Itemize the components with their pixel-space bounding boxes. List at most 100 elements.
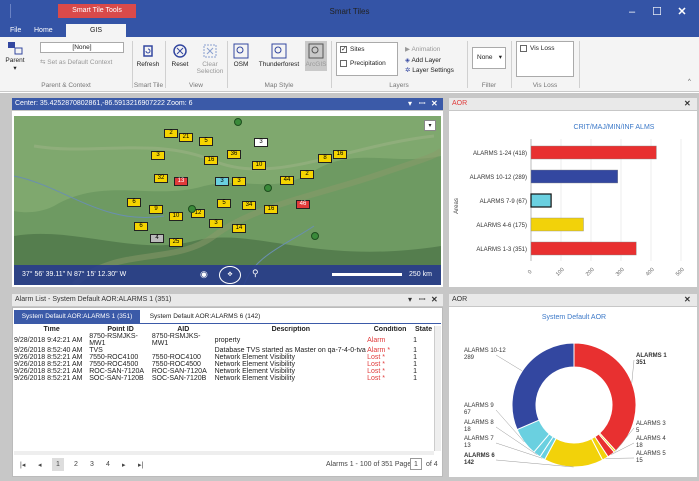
map-marker[interactable]: 34: [242, 201, 256, 210]
minimize-icon[interactable]: –: [623, 5, 641, 19]
table-row[interactable]: 9/26/2018 8:52:40 AM TVS Database TVS star…: [14, 347, 434, 354]
pin-icon[interactable]: ꟷ: [419, 98, 426, 110]
animation-label: Animation: [411, 46, 441, 53]
page-2-button[interactable]: 2: [74, 461, 78, 468]
aor-donut-tab[interactable]: AOR: [452, 296, 467, 303]
map-marker[interactable]: 32: [154, 174, 168, 183]
table-row[interactable]: 9/26/2018 8:52:21 AM SOC-SAN-7120B SOC-SAN…: [14, 375, 434, 382]
map-marker[interactable]: 5: [217, 199, 231, 208]
map-marker[interactable]: 3: [232, 177, 246, 186]
magnifier-icon: [233, 43, 249, 59]
map-marker[interactable]: 5: [199, 137, 213, 146]
map-menu-button[interactable]: ▾: [424, 120, 436, 131]
ribbon-collapse-icon[interactable]: ^: [688, 79, 691, 85]
clear-selection-button[interactable]: Clear Selection: [194, 43, 226, 75]
page-4-button[interactable]: 4: [106, 461, 110, 468]
col-state[interactable]: State: [413, 326, 434, 333]
map-marker[interactable]: 6: [134, 222, 148, 231]
animation-button[interactable]: ▶ Animation: [405, 45, 440, 53]
map-marker[interactable]: 25: [169, 238, 183, 247]
filter-select[interactable]: None ▾: [472, 47, 506, 69]
map-marker[interactable]: 3: [215, 177, 229, 186]
table-row[interactable]: 9/26/2018 8:52:21 AM ROC-SAN-7120A ROC-SAN…: [14, 368, 434, 375]
eye-icon[interactable]: ◉: [200, 269, 208, 280]
table-row[interactable]: 9/28/2018 9:42:21 AM 8750-RSMJKS-MW1 8750-…: [14, 333, 434, 347]
close-icon[interactable]: ✕: [673, 5, 691, 19]
subtab-aor-alarms-6[interactable]: System Default AOR:ALARMS 6 (142): [142, 310, 268, 323]
site-marker[interactable]: [311, 232, 319, 240]
map-marker[interactable]: 16: [204, 156, 218, 165]
table-cell: 7550-ROC4500: [89, 361, 139, 368]
map-marker[interactable]: 2: [164, 129, 178, 138]
map-marker[interactable]: 3: [254, 138, 268, 147]
map-marker[interactable]: 14: [232, 224, 246, 233]
map-marker[interactable]: 16: [264, 205, 278, 214]
group-smart-tile: Smart Tile: [133, 82, 164, 89]
layer-settings-button[interactable]: ✲ Layer Settings: [405, 66, 454, 74]
osm-button[interactable]: OSM: [230, 43, 252, 68]
dropdown-icon[interactable]: ▾: [408, 294, 412, 306]
maximize-icon[interactable]: ☐: [648, 5, 666, 19]
vertical-scrollbar[interactable]: [434, 326, 441, 451]
add-layer-button[interactable]: ◈ Add Layer: [405, 56, 441, 64]
set-default-context-button[interactable]: ⇆ Set as Default Context: [40, 58, 112, 66]
map-marker[interactable]: 3: [209, 219, 223, 228]
map-marker[interactable]: 2: [300, 170, 314, 179]
precipitation-checkbox[interactable]: Precipitation: [340, 60, 394, 67]
prev-page-icon[interactable]: ◂: [38, 461, 42, 469]
page-1-button[interactable]: 1: [52, 458, 64, 471]
reset-button[interactable]: Reset: [168, 43, 192, 68]
site-marker[interactable]: [234, 118, 242, 126]
map-marker[interactable]: 44: [280, 176, 294, 185]
parent-button[interactable]: Parent ▾: [4, 41, 26, 72]
last-page-icon[interactable]: ▸|: [138, 461, 143, 469]
aor-bar-tab[interactable]: AOR: [452, 100, 467, 107]
category-label: ALARMS 7-9 (67): [480, 199, 527, 205]
map-marker[interactable]: 8: [318, 154, 332, 163]
table-row[interactable]: 9/26/2018 8:52:21 AM 7550-ROC4100 7550-ROC…: [14, 354, 434, 361]
page-3-button[interactable]: 3: [90, 461, 94, 468]
col-condition[interactable]: Condition: [367, 326, 413, 333]
pin-icon[interactable]: ꟷ: [419, 294, 426, 306]
vis-loss-checkbox[interactable]: Vis Loss: [520, 45, 570, 52]
site-marker[interactable]: [264, 184, 272, 192]
col-point-id[interactable]: Point ID: [89, 326, 152, 333]
sites-checkbox[interactable]: Sites: [340, 46, 394, 53]
map-marker[interactable]: 9: [149, 205, 163, 214]
map-marker[interactable]: 16: [333, 150, 347, 159]
arcgis-button[interactable]: ArcGIS: [305, 41, 327, 71]
parent-context-select[interactable]: [None]: [40, 42, 124, 53]
thunderforest-button[interactable]: Thunderforest: [255, 43, 303, 68]
panel-close-icon[interactable]: ✕: [431, 98, 438, 110]
map-marker[interactable]: 10: [169, 212, 183, 221]
map-marker[interactable]: 4: [150, 234, 164, 243]
pan-control-icon[interactable]: ✥: [219, 266, 241, 284]
map-marker[interactable]: 6: [127, 198, 141, 207]
panel-close-icon[interactable]: ✕: [684, 98, 691, 110]
panel-close-icon[interactable]: ✕: [431, 294, 438, 306]
next-page-icon[interactable]: ▸: [122, 461, 126, 469]
col-aid[interactable]: AID: [152, 326, 215, 333]
table-row[interactable]: 9/26/2018 8:52:21 AM 7550-ROC4500 7550-ROC…: [14, 361, 434, 368]
horizontal-scrollbar[interactable]: [14, 451, 434, 455]
refresh-button[interactable]: Refresh: [134, 43, 162, 68]
subtab-aor-alarms-1[interactable]: System Default AOR:ALARMS 1 (351): [14, 310, 140, 323]
panel-close-icon[interactable]: ✕: [684, 294, 691, 306]
map-canvas[interactable]: 2 21 5 36 3 3 8 16 16 10 32 13 3 3 44 2 …: [14, 116, 441, 285]
page-input[interactable]: 1: [410, 458, 422, 470]
map-marker[interactable]: 36: [227, 150, 241, 159]
map-marker-critical[interactable]: 13: [174, 177, 188, 186]
site-marker[interactable]: [188, 205, 196, 213]
col-description[interactable]: Description: [215, 326, 368, 333]
map-marker[interactable]: 3: [151, 151, 165, 160]
first-page-icon[interactable]: |◂: [20, 461, 25, 469]
tab-home[interactable]: Home: [28, 24, 59, 37]
col-time[interactable]: Time: [14, 326, 89, 333]
tab-gis[interactable]: GIS: [66, 24, 126, 37]
map-marker-critical[interactable]: 46: [296, 200, 310, 209]
zoom-search-icon[interactable]: ⚲: [252, 268, 259, 279]
map-marker[interactable]: 10: [252, 161, 266, 170]
tab-file[interactable]: File: [4, 24, 27, 37]
map-marker[interactable]: 21: [179, 133, 193, 142]
dropdown-icon[interactable]: ▾: [408, 98, 412, 110]
